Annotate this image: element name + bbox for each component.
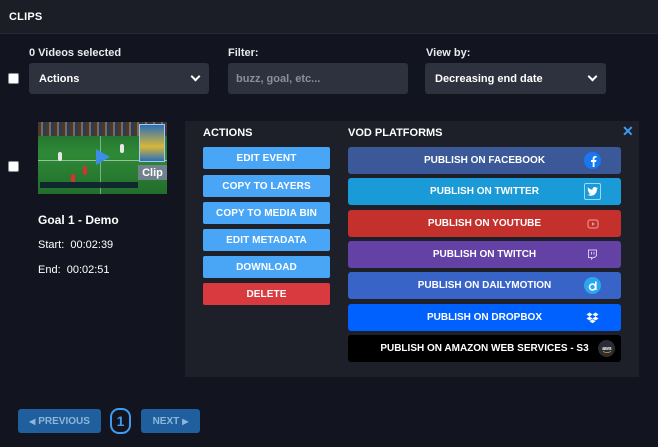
clip-start-label: Start: bbox=[38, 239, 65, 251]
filter-input[interactable] bbox=[228, 63, 408, 94]
clip-badge: Clip bbox=[138, 165, 167, 180]
publish-dropbox-button[interactable]: PUBLISH ON DROPBOX bbox=[348, 304, 621, 331]
thumbnail-player bbox=[83, 166, 87, 175]
thumbnail-player bbox=[120, 144, 124, 153]
chevron-down-icon bbox=[587, 71, 598, 82]
previous-page-button[interactable]: ◀ PREVIOUS bbox=[18, 409, 101, 433]
publish-twitter-button[interactable]: PUBLISH ON TWITTER bbox=[348, 178, 621, 205]
viewby-select-value: Decreasing end date bbox=[435, 72, 543, 85]
selected-count-label: 0 Videos selected bbox=[29, 47, 122, 59]
clip-checkbox[interactable] bbox=[8, 161, 19, 172]
dropbox-icon bbox=[584, 309, 601, 326]
publish-aws-s3-button[interactable]: PUBLISH ON AMAZON WEB SERVICES - S3 aws bbox=[348, 335, 621, 362]
copy-to-layers-button[interactable]: COPY TO LAYERS bbox=[203, 175, 330, 197]
page-title: CLIPS bbox=[9, 11, 43, 23]
delete-button[interactable]: DELETE bbox=[203, 283, 330, 305]
publish-facebook-label: PUBLISH ON FACEBOOK bbox=[423, 155, 546, 166]
clip-start-value: 00:02:39 bbox=[70, 239, 114, 251]
youtube-icon bbox=[584, 215, 601, 232]
publish-youtube-button[interactable]: PUBLISH ON YOUTUBE bbox=[348, 210, 621, 237]
vod-platforms-heading: VOD PLATFORMS bbox=[348, 127, 443, 139]
clip-end-value: 00:02:51 bbox=[66, 264, 110, 276]
publish-youtube-label: PUBLISH ON YOUTUBE bbox=[427, 218, 542, 229]
actions-select[interactable]: Actions bbox=[29, 63, 209, 94]
viewby-label: View by: bbox=[426, 47, 471, 59]
chevron-left-icon: ◀ bbox=[29, 416, 36, 426]
thumbnail-player bbox=[58, 152, 62, 161]
next-page-button[interactable]: NEXT ▶ bbox=[141, 409, 200, 433]
aws-icon: aws bbox=[598, 340, 615, 357]
svg-text:aws: aws bbox=[602, 346, 612, 352]
publish-facebook-button[interactable]: PUBLISH ON FACEBOOK bbox=[348, 147, 621, 174]
edit-event-button[interactable]: EDIT EVENT bbox=[203, 147, 330, 169]
clip-thumbnail[interactable]: Clip bbox=[38, 122, 167, 194]
dailymotion-icon bbox=[584, 277, 601, 294]
publish-aws-s3-label: PUBLISH ON AMAZON WEB SERVICES - S3 bbox=[380, 343, 589, 354]
facebook-icon bbox=[584, 152, 601, 169]
actions-select-value: Actions bbox=[39, 72, 80, 85]
twitch-icon bbox=[584, 246, 601, 263]
clip-end-label: End: bbox=[38, 264, 61, 276]
download-button[interactable]: DOWNLOAD bbox=[203, 256, 330, 278]
publish-dailymotion-label: PUBLISH ON DAILYMOTION bbox=[417, 280, 552, 291]
copy-to-media-bin-button[interactable]: COPY TO MEDIA BIN bbox=[203, 202, 330, 224]
previous-page-label: PREVIOUS bbox=[38, 415, 90, 427]
publish-twitch-label: PUBLISH ON TWITCH bbox=[432, 249, 537, 260]
next-page-label: NEXT bbox=[152, 415, 180, 427]
publish-twitter-label: PUBLISH ON TWITTER bbox=[430, 186, 539, 197]
thumbnail-scorebar bbox=[40, 182, 138, 188]
thumbnail-inset bbox=[139, 124, 165, 162]
filter-label: Filter: bbox=[228, 47, 259, 59]
publish-dropbox-label: PUBLISH ON DROPBOX bbox=[426, 312, 542, 323]
edit-metadata-button[interactable]: EDIT METADATA bbox=[203, 229, 330, 251]
close-icon[interactable]: ✕ bbox=[622, 124, 634, 138]
page-header: CLIPS bbox=[0, 0, 658, 34]
publish-dailymotion-button[interactable]: PUBLISH ON DAILYMOTION bbox=[348, 272, 621, 299]
clip-start: Start: 00:02:39 bbox=[38, 239, 113, 251]
actions-heading: ACTIONS bbox=[203, 127, 253, 139]
current-page-indicator[interactable]: 1 bbox=[110, 408, 131, 434]
play-icon[interactable] bbox=[96, 149, 110, 165]
chevron-right-icon: ▶ bbox=[182, 416, 189, 426]
clip-end: End: 00:02:51 bbox=[38, 264, 110, 276]
twitter-icon bbox=[584, 183, 601, 200]
clip-title: Goal 1 - Demo bbox=[38, 213, 119, 227]
chevron-down-icon bbox=[190, 71, 201, 82]
viewby-select[interactable]: Decreasing end date bbox=[425, 63, 606, 94]
publish-twitch-button[interactable]: PUBLISH ON TWITCH bbox=[348, 241, 621, 268]
select-all-checkbox[interactable] bbox=[8, 73, 19, 84]
